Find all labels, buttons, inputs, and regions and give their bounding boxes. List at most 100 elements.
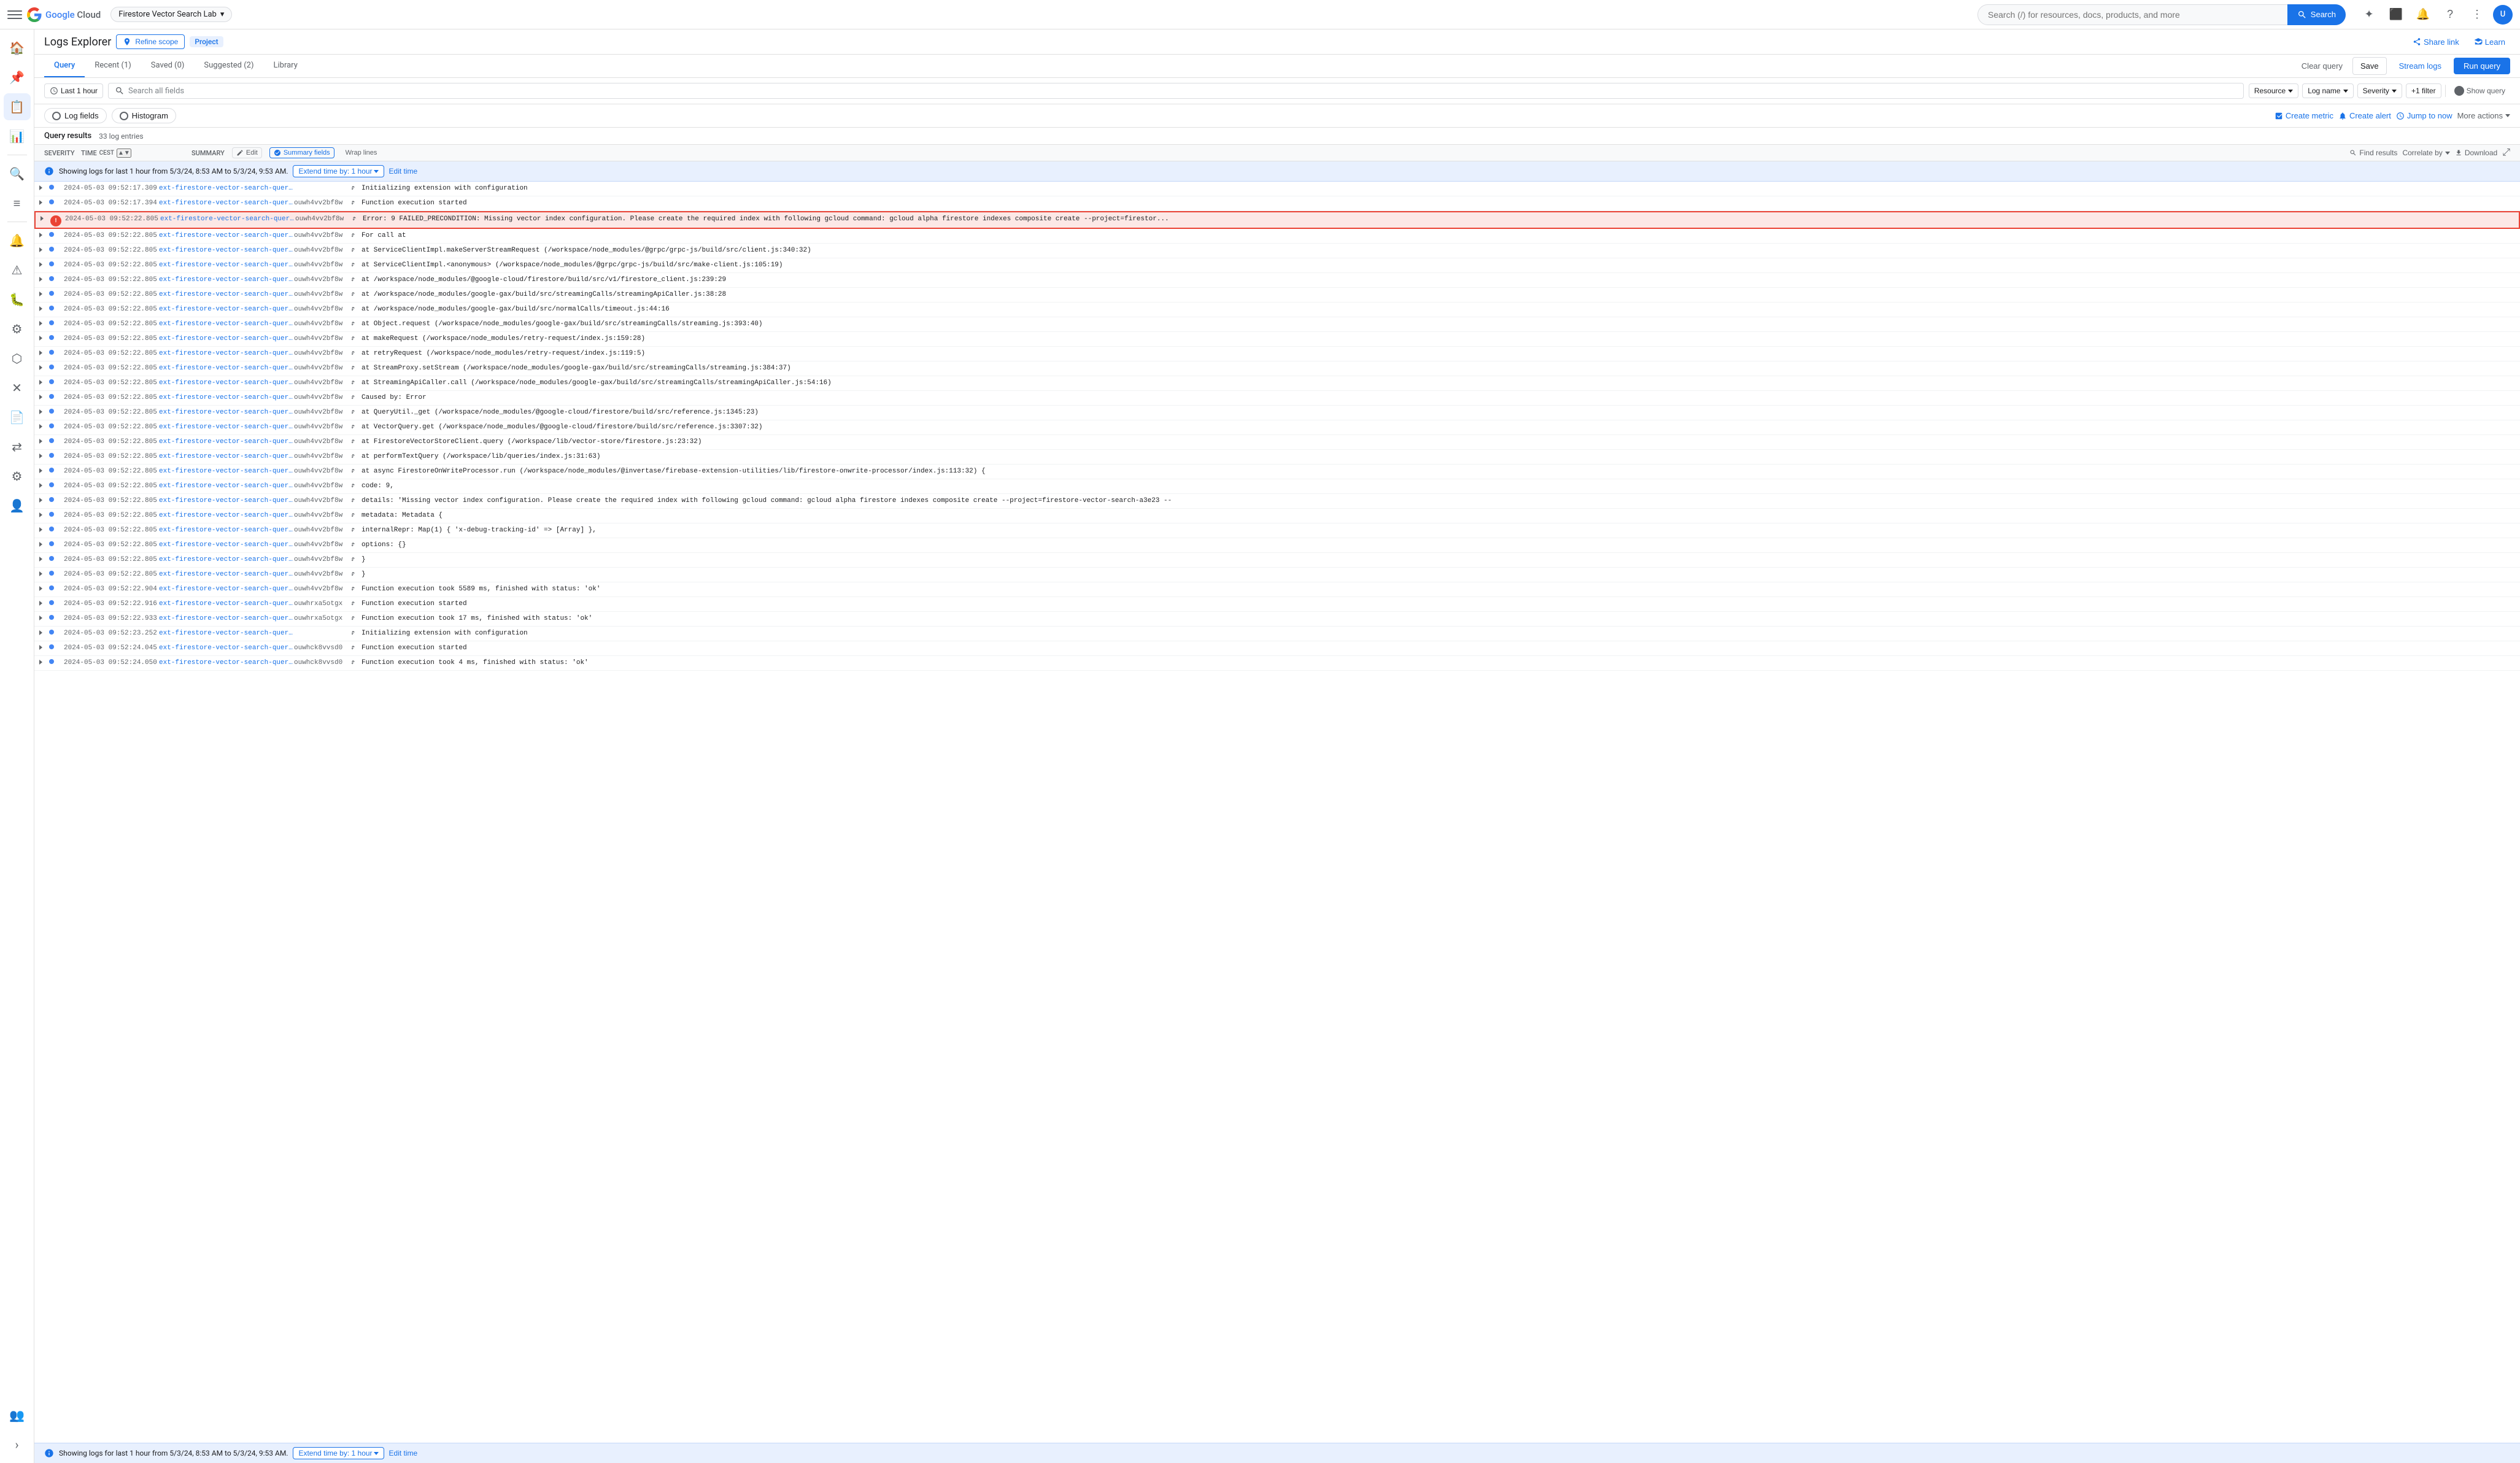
log-row[interactable]: 2024-05-03 09:52:22.805ext-firestore-vec… — [34, 361, 2520, 376]
expand-row-arrow[interactable] — [39, 318, 49, 326]
sidebar-item-bell[interactable]: 🔔 — [4, 227, 31, 254]
expand-row-arrow[interactable] — [39, 377, 49, 385]
sidebar-item-expand[interactable]: › — [4, 1431, 31, 1458]
refine-scope-button[interactable]: Refine scope — [116, 34, 185, 49]
tab-query[interactable]: Query — [44, 55, 85, 77]
expand-row-arrow[interactable] — [39, 198, 49, 205]
log-row[interactable]: 2024-05-03 09:52:22.904ext-firestore-vec… — [34, 582, 2520, 597]
log-row[interactable]: 2024-05-03 09:52:22.805ext-firestore-vec… — [34, 494, 2520, 509]
tab-suggested[interactable]: Suggested (2) — [194, 55, 263, 77]
sidebar-item-cross[interactable]: ✕ — [4, 374, 31, 401]
log-row[interactable]: 2024-05-03 09:52:22.805ext-firestore-vec… — [34, 229, 2520, 244]
expand-row-arrow[interactable] — [39, 657, 49, 665]
log-row[interactable]: 2024-05-03 09:52:22.805ext-firestore-vec… — [34, 406, 2520, 420]
log-row[interactable]: 2024-05-03 09:52:22.805ext-firestore-vec… — [34, 332, 2520, 347]
expand-row-arrow[interactable] — [39, 289, 49, 296]
log-row[interactable]: 2024-05-03 09:52:24.050ext-firestore-vec… — [34, 656, 2520, 671]
clear-query-button[interactable]: Clear query — [2297, 59, 2348, 73]
expand-row-arrow[interactable] — [39, 451, 49, 458]
share-link-button[interactable]: Share link — [2408, 35, 2464, 49]
expand-row-arrow[interactable] — [39, 304, 49, 311]
log-row[interactable]: 2024-05-03 09:52:22.805ext-firestore-vec… — [34, 317, 2520, 332]
log-row[interactable]: 2024-05-03 09:52:22.805ext-firestore-vec… — [34, 509, 2520, 523]
help-icon[interactable]: ? — [2439, 4, 2461, 26]
expand-row-arrow[interactable] — [39, 569, 49, 576]
stream-logs-button[interactable]: Stream logs — [2392, 58, 2449, 74]
sidebar-item-debug[interactable]: 🐛 — [4, 286, 31, 313]
log-row[interactable]: 2024-05-03 09:52:22.805ext-firestore-vec… — [34, 479, 2520, 494]
log-row[interactable]: 2024-05-03 09:52:22.805ext-firestore-vec… — [34, 420, 2520, 435]
expand-row-arrow[interactable] — [39, 274, 49, 282]
find-results-button[interactable]: Find results — [2349, 149, 2397, 157]
create-alert-button[interactable]: Create alert — [2338, 111, 2391, 120]
log-row[interactable]: 2024-05-03 09:52:22.805ext-firestore-vec… — [34, 538, 2520, 553]
tab-library[interactable]: Library — [264, 55, 307, 77]
sort-time-button[interactable]: ▲▼ — [117, 149, 131, 158]
log-row[interactable]: 2024-05-03 09:52:22.805ext-firestore-vec… — [34, 376, 2520, 391]
tab-saved[interactable]: Saved (0) — [141, 55, 195, 77]
time-filter-button[interactable]: Last 1 hour — [44, 83, 103, 98]
expand-row-arrow[interactable] — [39, 598, 49, 606]
tab-recent[interactable]: Recent (1) — [85, 55, 141, 77]
log-row[interactable]: 2024-05-03 09:52:22.805ext-firestore-vec… — [34, 435, 2520, 450]
sidebar-item-flows[interactable]: ⬡ — [4, 345, 31, 372]
expand-row-arrow[interactable] — [39, 333, 49, 341]
expand-row-arrow[interactable] — [39, 245, 49, 252]
expand-row-arrow[interactable] — [39, 407, 49, 414]
log-row[interactable]: 2024-05-03 09:52:22.805ext-firestore-vec… — [34, 273, 2520, 288]
log-row[interactable]: 2024-05-03 09:52:17.394ext-firestore-vec… — [34, 196, 2520, 211]
sidebar-item-logs[interactable]: 📋 — [4, 93, 31, 120]
more-icon[interactable]: ⋮ — [2466, 4, 2488, 26]
starred-icon[interactable]: ✦ — [2358, 4, 2380, 26]
log-row[interactable]: 2024-05-03 09:52:22.805ext-firestore-vec… — [34, 523, 2520, 538]
expand-row-arrow[interactable] — [39, 183, 49, 190]
download-button[interactable]: Download — [2455, 149, 2497, 157]
log-row[interactable]: 2024-05-03 09:52:22.805ext-firestore-vec… — [34, 288, 2520, 303]
logname-filter-button[interactable]: Log name — [2302, 83, 2353, 98]
log-row[interactable]: 2024-05-03 09:52:24.045ext-firestore-vec… — [34, 641, 2520, 656]
expand-row-arrow[interactable] — [39, 525, 49, 532]
log-row[interactable]: 2024-05-03 09:52:22.805ext-firestore-vec… — [34, 244, 2520, 258]
sidebar-item-people[interactable]: 👥 — [4, 1402, 31, 1429]
log-row[interactable]: 2024-05-03 09:52:22.805ext-firestore-vec… — [34, 450, 2520, 465]
sidebar-item-home[interactable]: 🏠 — [4, 34, 31, 61]
expand-row-arrow[interactable] — [39, 613, 49, 620]
expand-row-arrow[interactable] — [39, 436, 49, 444]
expand-row-arrow[interactable] — [39, 554, 49, 562]
log-row[interactable]: 2024-05-03 09:52:22.933ext-firestore-vec… — [34, 612, 2520, 627]
expand-row-arrow[interactable] — [39, 422, 49, 429]
expand-row-arrow[interactable] — [39, 230, 49, 237]
log-row[interactable]: 2024-05-03 09:52:22.805ext-firestore-vec… — [34, 303, 2520, 317]
bottom-extend-time-button[interactable]: Extend time by: 1 hour — [293, 1447, 384, 1459]
expand-row-arrow[interactable] — [39, 348, 49, 355]
log-fields-button[interactable]: Log fields — [44, 108, 107, 123]
histogram-button[interactable]: Histogram — [112, 108, 176, 123]
cloud-shell-icon[interactable]: ⬛ — [2385, 4, 2407, 26]
jump-to-now-button[interactable]: Jump to now — [2396, 111, 2452, 120]
sidebar-item-settings2[interactable]: ⚙ — [4, 463, 31, 490]
notifications-icon[interactable]: 🔔 — [2412, 4, 2434, 26]
log-row[interactable]: 2024-05-03 09:52:22.805ext-firestore-vec… — [34, 258, 2520, 273]
log-row[interactable]: 2024-05-03 09:52:22.805ext-firestore-vec… — [34, 347, 2520, 361]
expand-row-arrow[interactable] — [39, 584, 49, 591]
expand-row-arrow[interactable] — [39, 363, 49, 370]
more-filters-button[interactable]: +1 filter — [2406, 83, 2441, 98]
edit-summary-button[interactable]: Edit — [232, 147, 262, 158]
more-actions-button[interactable]: More actions — [2457, 111, 2510, 120]
sidebar-item-pin[interactable]: 📌 — [4, 64, 31, 91]
save-button[interactable]: Save — [2352, 57, 2387, 75]
sidebar-item-search[interactable]: 🔍 — [4, 160, 31, 187]
correlate-by-button[interactable]: Correlate by — [2402, 149, 2449, 157]
log-row[interactable]: 2024-05-03 09:52:22.805ext-firestore-vec… — [34, 465, 2520, 479]
expand-row-arrow[interactable] — [41, 214, 50, 221]
log-row[interactable]: 2024-05-03 09:52:22.805ext-firestore-vec… — [34, 553, 2520, 568]
log-row[interactable]: 2024-05-03 09:52:17.309ext-firestore-vec… — [34, 182, 2520, 196]
expand-row-arrow[interactable] — [39, 628, 49, 635]
expand-row-arrow[interactable] — [39, 466, 49, 473]
show-query-button[interactable]: Show query — [2449, 83, 2510, 98]
severity-filter-button[interactable]: Severity — [2357, 83, 2402, 98]
sidebar-item-chart[interactable]: 📊 — [4, 123, 31, 150]
sidebar-item-settings[interactable]: ⚙ — [4, 315, 31, 342]
sidebar-item-shuffle[interactable]: ⇄ — [4, 433, 31, 460]
expand-panel-button[interactable]: ⤢ — [2502, 147, 2510, 158]
